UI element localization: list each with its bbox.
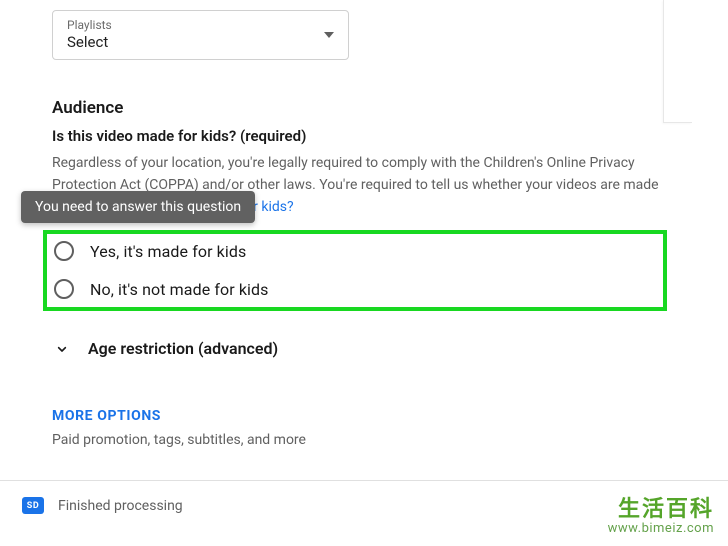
dropdown-arrow-icon [324, 32, 334, 38]
made-for-kids-no-label: No, it's not made for kids [90, 280, 269, 299]
chevron-down-icon [54, 341, 70, 357]
made-for-kids-yes-label: Yes, it's made for kids [90, 242, 246, 261]
audience-required-line: Is this video made for kids? (required) [52, 127, 306, 145]
made-for-kids-yes-option[interactable]: Yes, it's made for kids [54, 241, 246, 261]
watermark-url: www.bimeiz.com [608, 521, 714, 536]
processing-status-text: Finished processing [58, 498, 183, 514]
made-for-kids-no-option[interactable]: No, it's not made for kids [54, 279, 269, 299]
playlists-value: Select [67, 32, 336, 52]
more-options-link[interactable]: MORE OPTIONS [52, 408, 161, 424]
right-panel-edge [663, 0, 692, 123]
radio-icon [54, 241, 74, 261]
playlists-label: Playlists [67, 18, 336, 32]
more-options-desc: Paid promotion, tags, subtitles, and mor… [52, 432, 306, 448]
watermark-title: 生活百科 [608, 491, 714, 523]
answer-required-tooltip: You need to answer this question [21, 191, 255, 223]
age-restriction-expander[interactable]: Age restriction (advanced) [54, 339, 278, 358]
footer-separator [0, 480, 728, 481]
watermark: 生活百科 www.bimeiz.com [608, 491, 714, 536]
audience-heading: Audience [52, 98, 123, 118]
radio-icon [54, 279, 74, 299]
playlists-select[interactable]: Playlists Select [52, 10, 349, 60]
age-restriction-label: Age restriction (advanced) [88, 339, 278, 358]
sd-badge-icon: SD [22, 497, 44, 514]
